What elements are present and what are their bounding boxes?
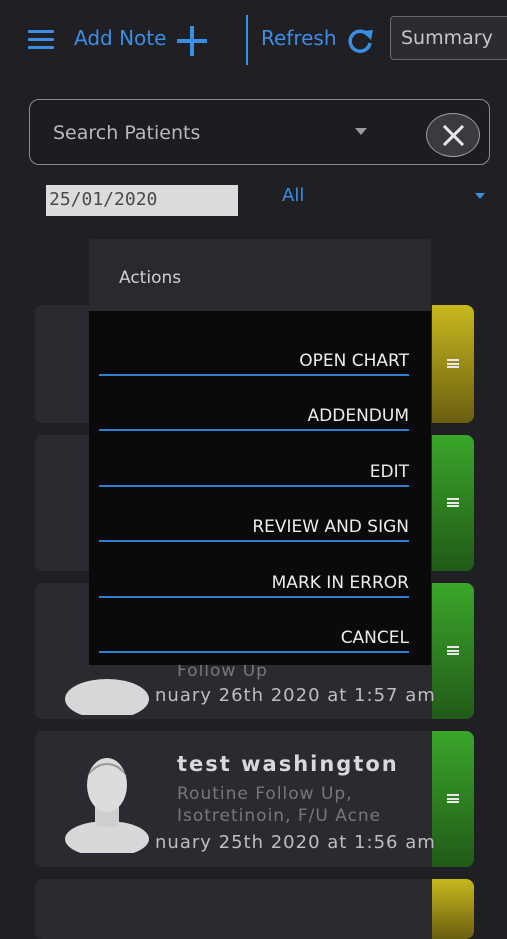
refresh-icon[interactable] (346, 26, 376, 56)
appointment-time: nuary 25th 2020 at 1:56 am (155, 832, 436, 853)
menu-item-edit[interactable]: EDIT (99, 432, 409, 487)
menu-lines-icon[interactable] (447, 359, 459, 368)
menu-lines-icon[interactable] (447, 646, 459, 655)
hamburger-icon[interactable] (28, 30, 54, 50)
avatar (65, 758, 149, 853)
appointment-card[interactable]: test washington Routine Follow Up, Isotr… (35, 731, 474, 867)
appointment-reason: Routine Follow Up, (177, 784, 353, 804)
menu-lines-icon[interactable] (447, 498, 459, 507)
chevron-down-icon[interactable] (475, 193, 485, 199)
menu-lines-icon[interactable] (447, 794, 459, 803)
date-filter-input[interactable]: 25/01/2020 (46, 185, 238, 216)
status-stripe (432, 731, 474, 867)
status-stripe (432, 305, 474, 423)
close-icon[interactable] (426, 113, 480, 157)
status-stripe (432, 435, 474, 571)
menu-item-cancel[interactable]: CANCEL (99, 598, 409, 653)
plus-icon[interactable] (175, 24, 209, 58)
menu-item-review-and-sign[interactable]: REVIEW AND SIGN (99, 487, 409, 542)
appointment-reason: Isotretinoin, F/U Acne (177, 806, 382, 826)
top-toolbar: Add Note Refresh Summary (0, 0, 507, 80)
status-stripe (432, 879, 474, 939)
menu-item-mark-in-error[interactable]: MARK IN ERROR (99, 543, 409, 598)
appointment-time: nuary 26th 2020 at 1:57 am (155, 685, 436, 706)
caret-down-icon[interactable] (355, 128, 367, 135)
search-patients-field[interactable]: Search Patients (29, 99, 490, 165)
menu-item-addendum[interactable]: ADDENDUM (99, 376, 409, 431)
appointment-card[interactable] (35, 879, 474, 939)
type-filter-select[interactable]: All (282, 185, 304, 206)
search-placeholder: Search Patients (53, 122, 201, 144)
add-note-button[interactable]: Add Note (74, 26, 166, 50)
refresh-button[interactable]: Refresh (261, 26, 337, 50)
patient-name: test washington (177, 752, 399, 776)
summary-button[interactable]: Summary (390, 16, 507, 60)
actions-menu: Actions OPEN CHART ADDENDUM EDIT REVIEW … (89, 239, 431, 665)
toolbar-divider (246, 15, 248, 65)
menu-item-open-chart[interactable]: OPEN CHART (99, 321, 409, 376)
actions-menu-title: Actions (89, 239, 431, 311)
status-stripe (432, 583, 474, 719)
